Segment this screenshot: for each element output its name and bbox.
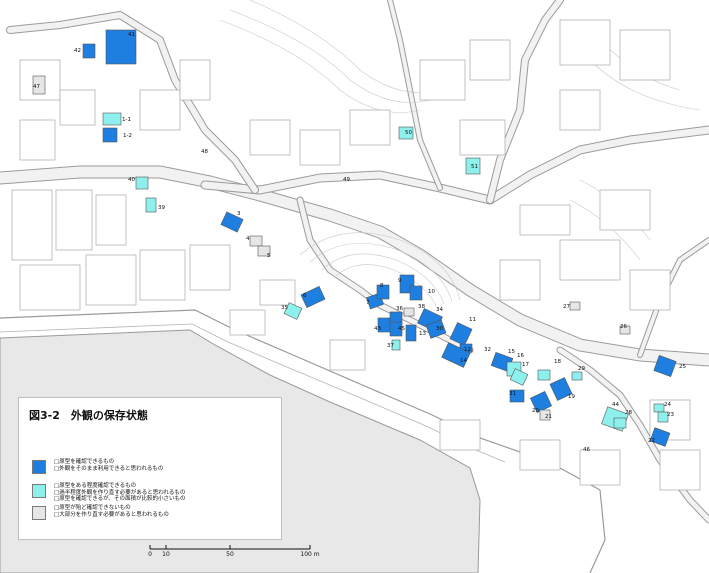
building-number-label: 4 — [246, 236, 250, 242]
building-number-label: 48 — [201, 149, 208, 155]
legend-line: □大部分を作り直す必要があると思われるもの — [54, 511, 169, 518]
building-38 — [403, 307, 415, 317]
building-number-label: 25 — [679, 364, 686, 370]
building-number-label: 41 — [128, 32, 135, 38]
building-number-label: 22 — [648, 438, 655, 444]
legend-title: 図3-2 外観の保存状態 — [29, 409, 148, 422]
building-number-label: 38 — [418, 304, 425, 310]
scale-bar: 0 10 50 100 m — [140, 543, 340, 569]
building-number-label: 19 — [568, 394, 575, 400]
building-number-label: 29 — [578, 366, 585, 372]
building-13 — [405, 324, 417, 342]
building-number-label: 30 — [436, 326, 443, 332]
building-number-label: 50 — [405, 130, 412, 136]
building-number-label: 1-2 — [123, 133, 132, 139]
building-number-label: 14 — [460, 358, 467, 364]
building-28 — [613, 417, 627, 429]
building-number-label: 44 — [612, 402, 619, 408]
building-39 — [145, 197, 157, 213]
building-18 — [537, 369, 551, 381]
building-number-label: 37 — [387, 343, 394, 349]
building-number-label: 39 — [158, 205, 165, 211]
legend-swatch-grey — [32, 506, 46, 520]
building-number-label: 28 — [625, 410, 632, 416]
legend-line: □原型を確認できるが、その面積が比較的小さいもの — [54, 496, 186, 503]
building-number-label: 34 — [436, 307, 443, 313]
building-number-label: 32 — [484, 347, 491, 353]
map-figure: 41 42 47 1-1 1-2 48 40 39 50 51 49 3 4 5 6 35 7 8 9 10 36 38 3… — [0, 0, 709, 573]
building-number-label: 36 — [396, 306, 403, 312]
building-number-label: 51 — [471, 164, 478, 170]
building-1-1 — [102, 112, 122, 126]
scale-tick-label: 10 — [162, 551, 170, 558]
building-number-label: 40 — [128, 177, 135, 183]
legend-text: □原型が殆ど確認できないもの □大部分を作り直す必要があると思われるもの — [54, 505, 169, 518]
building-number-label: 11 — [469, 317, 476, 323]
building-number-label: 8 — [380, 283, 384, 289]
building-10 — [409, 285, 423, 301]
building-number-label: 3 — [237, 211, 241, 217]
legend-text: □原型をある程度確認できるもの □過半程度外観を作り直す必要があると思われるもの… — [54, 483, 185, 503]
building-number-label: 35 — [281, 305, 288, 311]
building-number-label: 42 — [74, 48, 81, 54]
scale-tick-label: 100 m — [300, 551, 320, 558]
building-number-label: 49 — [343, 177, 350, 183]
legend-line: □原型が殆ど確認できないもの — [54, 505, 131, 511]
building-27 — [569, 301, 581, 311]
building-40 — [135, 176, 149, 190]
scale-tick-label: 0 — [148, 551, 152, 558]
building-number-label: 23 — [667, 412, 674, 418]
building-42 — [82, 43, 96, 59]
building-number-label: 10 — [428, 289, 435, 295]
building-1-2 — [102, 127, 118, 143]
building-number-label: 47 — [33, 84, 40, 90]
building-number-label: 13 — [419, 331, 426, 337]
legend-line: □原型をある程度確認できるもの — [54, 483, 137, 489]
building-number-label: 6 — [303, 293, 307, 299]
building-4 — [249, 235, 263, 247]
building-number-label: 24 — [664, 402, 671, 408]
building-24 — [653, 403, 665, 413]
legend-swatch-cyan — [32, 484, 46, 498]
building-number-label: 1-1 — [122, 117, 131, 123]
building-29 — [571, 371, 583, 381]
building-number-label: 17 — [522, 362, 529, 368]
building-number-label: 20 — [532, 408, 539, 414]
building-number-label: 16 — [517, 353, 524, 359]
building-number-label: 12 — [464, 347, 471, 353]
building-number-label: 26 — [620, 324, 627, 330]
building-number-label: 21 — [545, 414, 552, 420]
scale-tick-label: 50 — [226, 551, 234, 558]
building-number-label: 18 — [554, 359, 561, 365]
building-number-label: 31 — [509, 391, 516, 397]
building-number-label: 27 — [563, 304, 570, 310]
legend-box: 図3-2 外観の保存状態 □原型を確認できるもの □外観をそのまま利用できると思… — [18, 397, 282, 540]
building-number-label: 46 — [583, 447, 590, 453]
building-number-label: 5 — [267, 253, 271, 259]
building-number-label: 45 — [398, 326, 405, 332]
legend-line: □原型を確認できるもの — [54, 459, 115, 465]
building-number-label: 43 — [374, 326, 381, 332]
building-number-label: 7 — [366, 300, 370, 306]
legend-swatch-blue — [32, 460, 46, 474]
building-number-label: 15 — [508, 349, 515, 355]
building-number-label: 9 — [398, 278, 402, 284]
legend-text: □原型を確認できるもの □外観をそのまま利用できると思われるもの — [54, 459, 163, 472]
legend-line: □外観をそのまま利用できると思われるもの — [54, 465, 164, 472]
